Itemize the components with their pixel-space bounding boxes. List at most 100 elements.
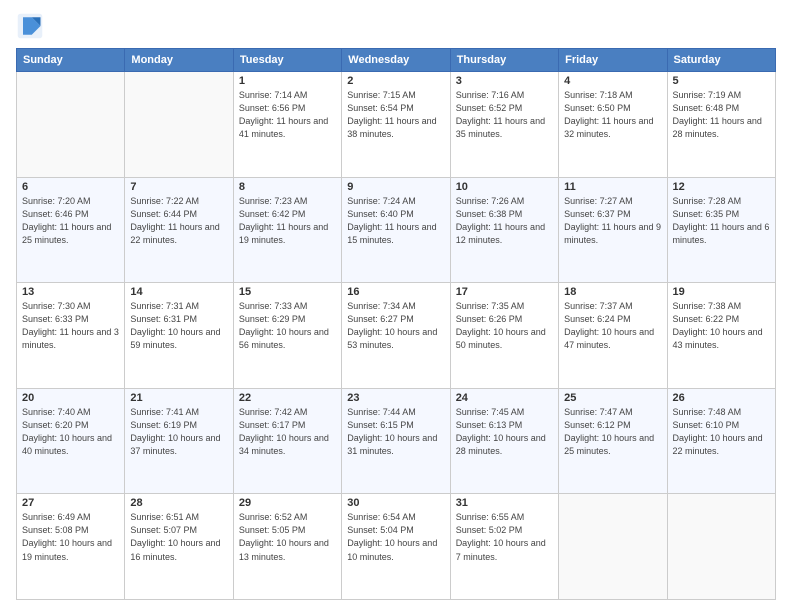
day-info: Sunrise: 7:31 AM Sunset: 6:31 PM Dayligh… — [130, 300, 227, 352]
day-number: 16 — [347, 286, 444, 298]
day-info: Sunrise: 7:44 AM Sunset: 6:15 PM Dayligh… — [347, 406, 444, 458]
calendar-cell: 1 Sunrise: 7:14 AM Sunset: 6:56 PM Daylig… — [233, 72, 341, 178]
calendar-cell: 20Sunrise: 7:40 AM Sunset: 6:20 PM Dayli… — [17, 388, 125, 494]
day-info: Sunrise: 6:55 AM Sunset: 5:02 PM Dayligh… — [456, 511, 553, 563]
calendar-week-3: 13 Sunrise: 7:30 AM Sunset: 6:33 PM Dayli… — [17, 283, 776, 389]
day-number: 5 — [673, 75, 770, 87]
day-number: 17 — [456, 286, 553, 298]
calendar-cell: 4 Sunrise: 7:18 AM Sunset: 6:50 PM Daylig… — [559, 72, 667, 178]
day-number: 31 — [456, 497, 553, 509]
day-info: Sunrise: 6:52 AM Sunset: 5:05 PM Dayligh… — [239, 511, 336, 563]
calendar-week-5: 27 Sunrise: 6:49 AM Sunset: 5:08 PM Dayli… — [17, 494, 776, 600]
calendar-cell: 26Sunrise: 7:48 AM Sunset: 6:10 PM Dayli… — [667, 388, 775, 494]
day-number: 8 — [239, 181, 336, 193]
day-info: Sunrise: 7:26 AM Sunset: 6:38 PM Dayligh… — [456, 195, 553, 247]
day-number: 30 — [347, 497, 444, 509]
calendar-week-2: 6 Sunrise: 7:20 AM Sunset: 6:46 PM Daylig… — [17, 177, 776, 283]
calendar-cell: 16 Sunrise: 7:34 AM Sunset: 6:27 PM Dayli… — [342, 283, 450, 389]
day-info: Sunrise: 7:15 AM Sunset: 6:54 PM Dayligh… — [347, 89, 444, 141]
day-info: Sunrise: 7:24 AM Sunset: 6:40 PM Dayligh… — [347, 195, 444, 247]
day-number: 20 — [22, 392, 119, 404]
calendar-cell: 19 Sunrise: 7:38 AM Sunset: 6:22 PM Dayli… — [667, 283, 775, 389]
calendar-cell: 22 Sunrise: 7:42 AM Sunset: 6:17 PM Dayli… — [233, 388, 341, 494]
calendar-cell: 10 Sunrise: 7:26 AM Sunset: 6:38 PM Dayli… — [450, 177, 558, 283]
day-number: 12 — [673, 181, 770, 193]
day-number: 1 — [239, 75, 336, 87]
day-info: Sunrise: 6:54 AM Sunset: 5:04 PM Dayligh… — [347, 511, 444, 563]
day-info: Sunrise: 6:49 AM Sunset: 5:08 PM Dayligh… — [22, 511, 119, 563]
calendar-week-1: 1 Sunrise: 7:14 AM Sunset: 6:56 PM Daylig… — [17, 72, 776, 178]
calendar-cell: 27 Sunrise: 6:49 AM Sunset: 5:08 PM Dayli… — [17, 494, 125, 600]
calendar-header-thursday: Thursday — [450, 49, 558, 72]
day-info: Sunrise: 7:38 AM Sunset: 6:22 PM Dayligh… — [673, 300, 770, 352]
calendar-cell: 5 Sunrise: 7:19 AM Sunset: 6:48 PM Daylig… — [667, 72, 775, 178]
day-info: Sunrise: 7:18 AM Sunset: 6:50 PM Dayligh… — [564, 89, 661, 141]
day-number: 4 — [564, 75, 661, 87]
day-number: 15 — [239, 286, 336, 298]
day-number: 19 — [673, 286, 770, 298]
day-info: Sunrise: 7:23 AM Sunset: 6:42 PM Dayligh… — [239, 195, 336, 247]
day-info: Sunrise: 7:33 AM Sunset: 6:29 PM Dayligh… — [239, 300, 336, 352]
day-number: 21 — [130, 392, 227, 404]
calendar-table: SundayMondayTuesdayWednesdayThursdayFrid… — [16, 48, 776, 600]
day-number: 23 — [347, 392, 444, 404]
logo — [16, 12, 48, 40]
calendar-header-monday: Monday — [125, 49, 233, 72]
calendar-cell: 25 Sunrise: 7:47 AM Sunset: 6:12 PM Dayli… — [559, 388, 667, 494]
header — [16, 12, 776, 40]
calendar-cell: 13 Sunrise: 7:30 AM Sunset: 6:33 PM Dayli… — [17, 283, 125, 389]
calendar-cell — [125, 72, 233, 178]
day-info: Sunrise: 7:35 AM Sunset: 6:26 PM Dayligh… — [456, 300, 553, 352]
day-number: 7 — [130, 181, 227, 193]
calendar-cell — [667, 494, 775, 600]
calendar-week-4: 20Sunrise: 7:40 AM Sunset: 6:20 PM Dayli… — [17, 388, 776, 494]
calendar-cell: 8 Sunrise: 7:23 AM Sunset: 6:42 PM Daylig… — [233, 177, 341, 283]
calendar-cell: 21 Sunrise: 7:41 AM Sunset: 6:19 PM Dayli… — [125, 388, 233, 494]
day-info: Sunrise: 7:27 AM Sunset: 6:37 PM Dayligh… — [564, 195, 661, 247]
day-number: 27 — [22, 497, 119, 509]
day-info: Sunrise: 7:37 AM Sunset: 6:24 PM Dayligh… — [564, 300, 661, 352]
calendar-cell — [17, 72, 125, 178]
day-info: Sunrise: 7:42 AM Sunset: 6:17 PM Dayligh… — [239, 406, 336, 458]
calendar-cell: 11Sunrise: 7:27 AM Sunset: 6:37 PM Dayli… — [559, 177, 667, 283]
day-number: 29 — [239, 497, 336, 509]
day-info: Sunrise: 6:51 AM Sunset: 5:07 PM Dayligh… — [130, 511, 227, 563]
calendar-cell: 15 Sunrise: 7:33 AM Sunset: 6:29 PM Dayli… — [233, 283, 341, 389]
day-number: 10 — [456, 181, 553, 193]
calendar-header-row: SundayMondayTuesdayWednesdayThursdayFrid… — [17, 49, 776, 72]
calendar-cell: 14 Sunrise: 7:31 AM Sunset: 6:31 PM Dayli… — [125, 283, 233, 389]
day-number: 13 — [22, 286, 119, 298]
day-number: 14 — [130, 286, 227, 298]
day-number: 18 — [564, 286, 661, 298]
calendar-cell: 2 Sunrise: 7:15 AM Sunset: 6:54 PM Daylig… — [342, 72, 450, 178]
calendar-cell: 18 Sunrise: 7:37 AM Sunset: 6:24 PM Dayli… — [559, 283, 667, 389]
day-info: Sunrise: 7:45 AM Sunset: 6:13 PM Dayligh… — [456, 406, 553, 458]
calendar-header-sunday: Sunday — [17, 49, 125, 72]
day-info: Sunrise: 7:19 AM Sunset: 6:48 PM Dayligh… — [673, 89, 770, 141]
day-number: 6 — [22, 181, 119, 193]
day-number: 24 — [456, 392, 553, 404]
day-number: 3 — [456, 75, 553, 87]
day-number: 2 — [347, 75, 444, 87]
day-info: Sunrise: 7:20 AM Sunset: 6:46 PM Dayligh… — [22, 195, 119, 247]
calendar-cell — [559, 494, 667, 600]
calendar-cell: 28Sunrise: 6:51 AM Sunset: 5:07 PM Dayli… — [125, 494, 233, 600]
calendar-header-saturday: Saturday — [667, 49, 775, 72]
day-info: Sunrise: 7:30 AM Sunset: 6:33 PM Dayligh… — [22, 300, 119, 352]
calendar-cell: 30 Sunrise: 6:54 AM Sunset: 5:04 PM Dayli… — [342, 494, 450, 600]
day-number: 9 — [347, 181, 444, 193]
day-info: Sunrise: 7:14 AM Sunset: 6:56 PM Dayligh… — [239, 89, 336, 141]
day-number: 22 — [239, 392, 336, 404]
day-number: 25 — [564, 392, 661, 404]
day-info: Sunrise: 7:28 AM Sunset: 6:35 PM Dayligh… — [673, 195, 770, 247]
day-info: Sunrise: 7:41 AM Sunset: 6:19 PM Dayligh… — [130, 406, 227, 458]
day-info: Sunrise: 7:47 AM Sunset: 6:12 PM Dayligh… — [564, 406, 661, 458]
page: SundayMondayTuesdayWednesdayThursdayFrid… — [0, 0, 792, 612]
calendar-cell: 6 Sunrise: 7:20 AM Sunset: 6:46 PM Daylig… — [17, 177, 125, 283]
calendar-header-wednesday: Wednesday — [342, 49, 450, 72]
logo-icon — [16, 12, 44, 40]
day-info: Sunrise: 7:34 AM Sunset: 6:27 PM Dayligh… — [347, 300, 444, 352]
calendar-cell: 9 Sunrise: 7:24 AM Sunset: 6:40 PM Daylig… — [342, 177, 450, 283]
day-info: Sunrise: 7:48 AM Sunset: 6:10 PM Dayligh… — [673, 406, 770, 458]
calendar-cell: 17 Sunrise: 7:35 AM Sunset: 6:26 PM Dayli… — [450, 283, 558, 389]
